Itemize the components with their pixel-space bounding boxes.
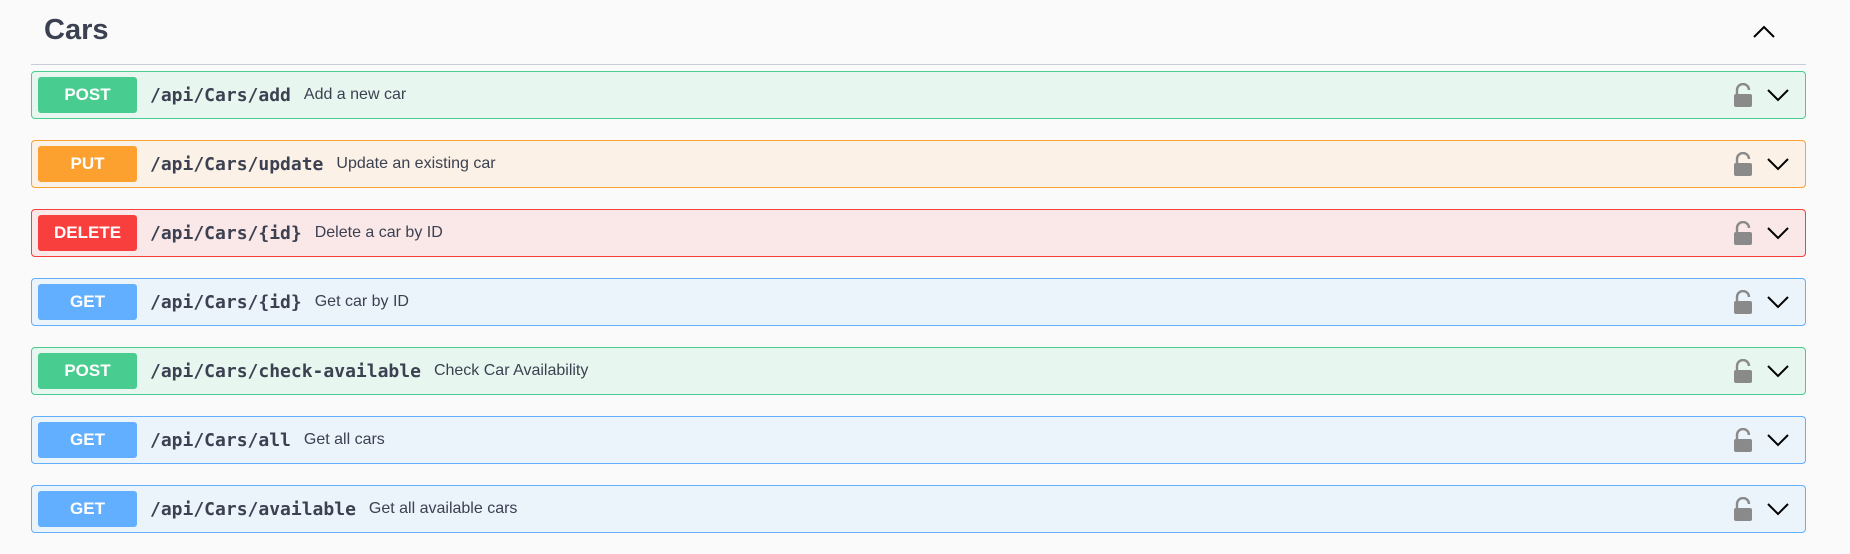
expand-operation-button[interactable] <box>1763 149 1793 179</box>
unlock-icon <box>1734 428 1752 452</box>
operation-path: /api/Cars/{id} <box>150 291 302 313</box>
operation-path: /api/Cars/update <box>150 153 324 175</box>
operation-summary: Get all available cars <box>368 500 518 517</box>
operation-summary: Add a new car <box>303 86 407 103</box>
operation-block[interactable]: POST /api/Cars/check-available Check Car… <box>31 347 1806 395</box>
chevron-up-icon <box>1753 25 1775 38</box>
chevron-down-icon <box>1767 295 1789 308</box>
operation-block[interactable]: GET /api/Cars/all Get all cars <box>31 416 1806 464</box>
operation-block[interactable]: GET /api/Cars/available Get all availabl… <box>31 485 1806 533</box>
authorize-lock-button[interactable] <box>1731 495 1755 523</box>
section-header[interactable]: Cars <box>31 0 1806 65</box>
operation-path: /api/Cars/check-available <box>150 360 421 382</box>
operation-block[interactable]: GET /api/Cars/{id} Get car by ID <box>31 278 1806 326</box>
method-badge: POST <box>38 353 137 389</box>
authorize-lock-button[interactable] <box>1731 81 1755 109</box>
chevron-down-icon <box>1767 226 1789 239</box>
operation-block[interactable]: PUT /api/Cars/update Update an existing … <box>31 140 1806 188</box>
method-badge: PUT <box>38 146 137 182</box>
unlock-icon <box>1734 83 1752 107</box>
operations-list: POST /api/Cars/add Add a new car PUT /ap… <box>31 71 1806 533</box>
operation-block[interactable]: DELETE /api/Cars/{id} Delete a car by ID <box>31 209 1806 257</box>
method-badge: GET <box>38 422 137 458</box>
operation-summary: Get car by ID <box>314 293 409 310</box>
authorize-lock-button[interactable] <box>1731 426 1755 454</box>
operation-block[interactable]: POST /api/Cars/add Add a new car <box>31 71 1806 119</box>
unlock-icon <box>1734 359 1752 383</box>
operation-summary: Delete a car by ID <box>314 224 443 241</box>
authorize-lock-button[interactable] <box>1731 288 1755 316</box>
expand-operation-button[interactable] <box>1763 218 1793 248</box>
authorize-lock-button[interactable] <box>1731 150 1755 178</box>
expand-operation-button[interactable] <box>1763 494 1793 524</box>
expand-operation-button[interactable] <box>1763 80 1793 110</box>
operation-path: /api/Cars/available <box>150 498 356 520</box>
section-title: Cars <box>44 14 109 46</box>
operation-summary: Update an existing car <box>336 155 496 172</box>
expand-operation-button[interactable] <box>1763 356 1793 386</box>
expand-operation-button[interactable] <box>1763 287 1793 317</box>
collapse-button[interactable] <box>1744 12 1784 52</box>
chevron-down-icon <box>1767 433 1789 446</box>
authorize-lock-button[interactable] <box>1731 219 1755 247</box>
unlock-icon <box>1734 152 1752 176</box>
chevron-down-icon <box>1767 88 1789 101</box>
method-badge: GET <box>38 284 137 320</box>
cars-section: Cars POST /api/Cars/add Add a new car PU… <box>31 0 1806 554</box>
expand-operation-button[interactable] <box>1763 425 1793 455</box>
operation-path: /api/Cars/all <box>150 429 291 451</box>
operation-summary: Check Car Availability <box>433 362 589 379</box>
operation-path: /api/Cars/{id} <box>150 222 302 244</box>
unlock-icon <box>1734 497 1752 521</box>
unlock-icon <box>1734 290 1752 314</box>
unlock-icon <box>1734 221 1752 245</box>
method-badge: DELETE <box>38 215 137 251</box>
method-badge: GET <box>38 491 137 527</box>
chevron-down-icon <box>1767 364 1789 377</box>
operation-summary: Get all cars <box>303 431 385 448</box>
method-badge: POST <box>38 77 137 113</box>
chevron-down-icon <box>1767 157 1789 170</box>
chevron-down-icon <box>1767 502 1789 515</box>
operation-path: /api/Cars/add <box>150 84 291 106</box>
authorize-lock-button[interactable] <box>1731 357 1755 385</box>
